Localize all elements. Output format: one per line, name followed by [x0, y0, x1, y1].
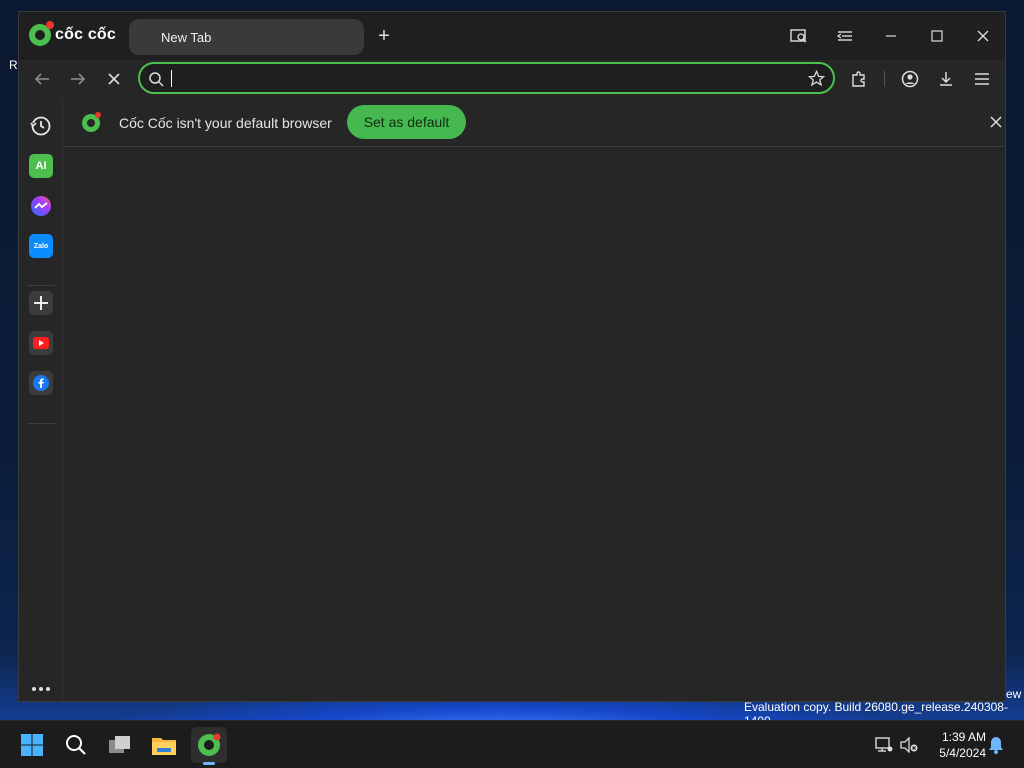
coccoc-logo-icon [29, 21, 54, 46]
tab-search-icon [790, 29, 807, 43]
bell-icon [989, 737, 1003, 754]
clock-time: 1:39 AM [941, 730, 986, 744]
desktop-text-fragment: ew [1006, 687, 1022, 701]
sidebar-divider [27, 423, 55, 424]
browser-window: cốc cốc New Tab + AI Zalo Cốc Cốc isn't … [18, 11, 1006, 702]
text-caret [171, 70, 172, 87]
clock-date: 5/4/2024 [939, 746, 986, 760]
sidebar-item-ai[interactable]: AI [29, 154, 53, 178]
active-app-indicator [203, 762, 215, 765]
maximize-button[interactable] [925, 24, 949, 48]
address-input[interactable] [170, 68, 790, 88]
title-bar: cốc cốc New Tab + [19, 12, 1005, 60]
file-explorer-icon [152, 738, 176, 755]
bookmark-star-icon[interactable] [808, 70, 825, 87]
extensions-button[interactable] [848, 68, 870, 90]
add-icon [34, 296, 48, 310]
stop-loading-button[interactable] [103, 68, 125, 90]
task-view-icon [109, 736, 130, 753]
file-explorer-button[interactable] [146, 727, 182, 763]
maximize-icon [931, 30, 943, 42]
network-tray-button[interactable] [874, 735, 894, 755]
new-tab-button[interactable]: + [374, 26, 394, 46]
arrow-left-icon [34, 73, 49, 85]
history-icon [30, 116, 51, 136]
network-icon [875, 737, 893, 752]
back-button[interactable] [31, 68, 53, 90]
coccoc-taskbar-button[interactable] [191, 727, 227, 763]
start-icon [21, 734, 43, 756]
toolbar-divider [884, 71, 885, 87]
more-icon [32, 687, 50, 691]
sidebar-item-messenger[interactable] [29, 194, 53, 218]
default-browser-infobar: Cốc Cốc isn't your default browser Set a… [64, 99, 1005, 147]
main-menu-button[interactable] [971, 68, 993, 90]
taskbar: 1:39 AM 5/4/2024 [0, 720, 1024, 768]
page-content [64, 148, 1005, 701]
download-icon [940, 72, 952, 86]
ai-assistant-icon: AI [35, 160, 47, 172]
task-view-button[interactable] [102, 727, 138, 763]
youtube-icon [33, 337, 49, 349]
address-bar[interactable] [138, 62, 835, 94]
tab-title: New Tab [161, 29, 212, 45]
stop-icon [108, 73, 120, 85]
brand-name: cốc cốc [55, 26, 116, 43]
sidebar-item-facebook[interactable] [29, 371, 53, 395]
puzzle-icon [852, 71, 865, 87]
sidebar-item-history[interactable] [29, 114, 53, 138]
volume-tray-button[interactable] [899, 735, 919, 755]
messenger-icon [31, 196, 51, 216]
sidebar-add-button[interactable] [29, 291, 53, 315]
minimize-icon [886, 35, 896, 37]
profile-button[interactable] [899, 68, 921, 90]
sidebar-more-button[interactable] [29, 677, 53, 701]
facebook-icon [33, 375, 49, 391]
downloads-button[interactable] [935, 68, 957, 90]
close-icon [990, 116, 1002, 128]
zalo-icon: Zalo [33, 242, 49, 250]
forward-button[interactable] [67, 68, 89, 90]
collapse-tabs-button[interactable] [833, 24, 857, 48]
hamburger-menu-icon [975, 73, 989, 85]
infobar-message: Cốc Cốc isn't your default browser [119, 115, 332, 131]
coccoc-logo-icon [82, 112, 101, 132]
profile-icon [901, 70, 919, 88]
search-icon [149, 72, 164, 87]
notifications-button[interactable] [986, 735, 1006, 755]
set-as-default-button[interactable]: Set as default [347, 105, 466, 139]
close-icon [977, 30, 989, 42]
sidebar-divider [27, 285, 55, 286]
navigation-toolbar [19, 60, 1005, 98]
volume-muted-icon [900, 737, 918, 753]
system-clock[interactable]: 1:39 AM 5/4/2024 [922, 729, 986, 761]
sidebar-item-youtube[interactable] [29, 331, 53, 355]
taskbar-search-button[interactable] [58, 727, 94, 763]
start-button[interactable] [14, 727, 50, 763]
minimize-button[interactable] [879, 24, 903, 48]
tab-search-button[interactable] [787, 24, 811, 48]
coccoc-logo[interactable]: cốc cốc [29, 21, 116, 46]
search-icon [66, 735, 86, 755]
close-window-button[interactable] [971, 24, 995, 48]
collapse-icon [836, 31, 852, 41]
sidebar: AI Zalo [19, 98, 63, 701]
tab-new-tab[interactable]: New Tab [129, 19, 364, 55]
arrow-right-icon [71, 73, 86, 85]
infobar-close-button[interactable] [986, 112, 1005, 132]
sidebar-item-zalo[interactable]: Zalo [29, 234, 53, 258]
coccoc-icon [198, 733, 221, 756]
